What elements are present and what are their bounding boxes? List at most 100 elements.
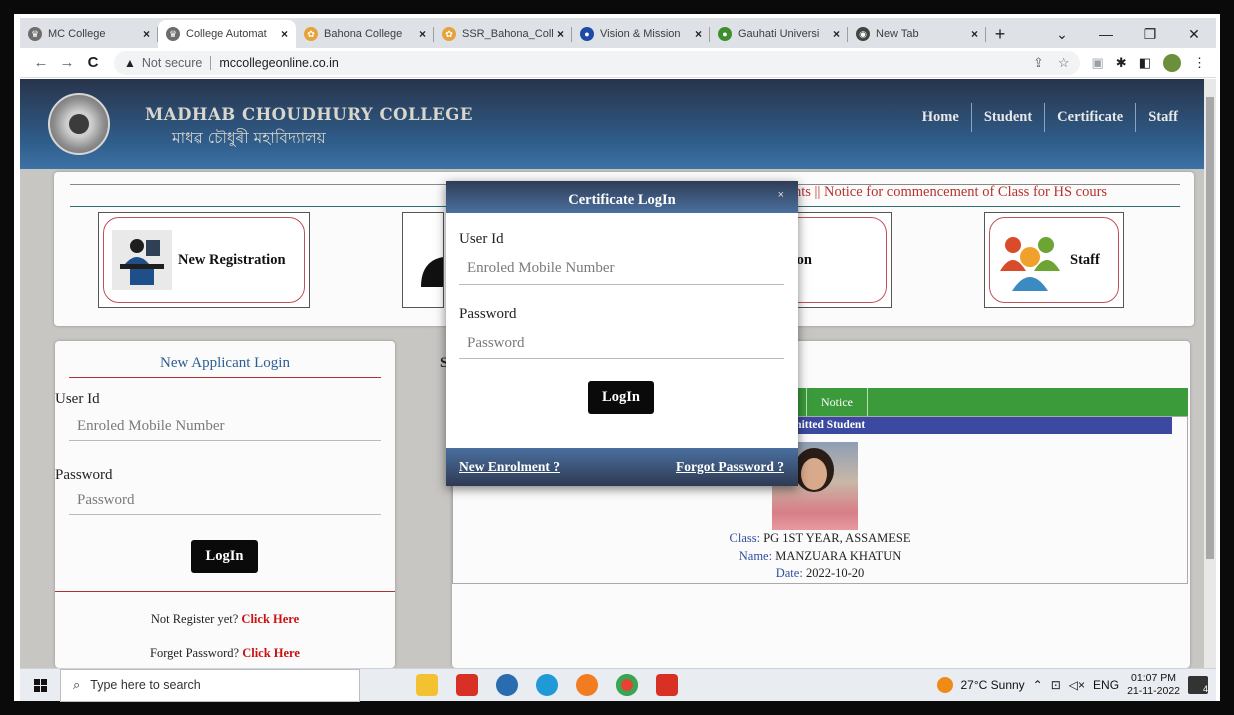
college-favicon-icon: ♛ (166, 27, 180, 41)
browser-tab[interactable]: ● Gauhati Universi × (710, 20, 848, 48)
side-panel-icon[interactable]: ◧ (1139, 55, 1151, 71)
college-favicon-icon: ✿ (304, 27, 318, 41)
omnibox[interactable]: ▲ Not secure mccollegeonline.co.in ⇪ ☆ (114, 50, 1080, 75)
acrobat-icon[interactable] (456, 674, 478, 696)
staff-tile[interactable]: Staff (984, 212, 1124, 308)
browser-tab[interactable]: ♛ MC College × (20, 20, 158, 48)
applicant-login-button[interactable]: LogIn (191, 540, 258, 573)
certificate-user-id-input[interactable] (459, 253, 784, 285)
chevron-up-icon[interactable]: ⌃ (1033, 678, 1043, 692)
new-enrolment-link[interactable]: New Enrolment ? (459, 459, 560, 475)
tab-label: New Tab (876, 28, 919, 40)
weather-sun-icon (936, 677, 953, 693)
back-icon[interactable]: ← (30, 54, 52, 71)
restore-icon[interactable]: ❐ (1128, 26, 1172, 43)
tab-label: Bahona College (324, 28, 403, 40)
scrollbar-thumb[interactable] (1206, 97, 1214, 559)
user-id-label: User Id (55, 391, 100, 407)
page-scrollbar[interactable] (1204, 79, 1216, 668)
browser-tab-strip: ♛ MC College × ♛ College Automat × ✿ Bah… (20, 18, 1216, 48)
taskbar-search-box[interactable]: ⌕ Type here to search (60, 668, 360, 702)
browser-tab[interactable]: ✿ SSR_Bahona_Coll × (434, 20, 572, 48)
new-applicant-login-panel: New Applicant Login User Id Password Log… (55, 341, 395, 668)
browser-app-icon[interactable] (576, 674, 598, 696)
menu-kebab-icon[interactable]: ⋮ (1193, 55, 1206, 71)
forgot-password-link[interactable]: Forgot Password ? (676, 459, 784, 475)
nav-home[interactable]: Home (910, 103, 971, 132)
puzzle-extensions-icon[interactable]: ✱ (1116, 55, 1127, 71)
college-favicon-icon: ✿ (442, 27, 456, 41)
system-tray: 27°C Sunny ⌃ ⊡ ◁× ENG 01:07 PM 21-11-202… (936, 672, 1217, 698)
forward-icon[interactable]: → (56, 54, 78, 71)
browser-tab[interactable]: ◉ New Tab × (848, 20, 986, 48)
certificate-login-modal: Certificate LogIn × User Id Password Log… (446, 181, 798, 486)
pinned-apps (416, 674, 678, 696)
notification-icon[interactable]: 4 (1188, 676, 1208, 694)
college-name-assamese: মাধৱ চৌধুৰী মহাবিদ্যালয় (172, 129, 326, 147)
share-icon[interactable]: ⇪ (1033, 55, 1044, 71)
bookmark-star-icon[interactable]: ☆ (1058, 55, 1070, 71)
certificate-password-input[interactable] (459, 328, 784, 359)
panel-title: New Applicant Login (160, 355, 290, 371)
warning-icon: ▲ (124, 55, 136, 70)
browser-tab[interactable]: ✿ Bahona College × (296, 20, 434, 48)
language-indicator[interactable]: ENG (1093, 678, 1119, 692)
clock[interactable]: 01:07 PM 21-11-2022 (1127, 672, 1180, 698)
nav-staff[interactable]: Staff (1135, 103, 1190, 132)
tab-label: Vision & Mission (600, 28, 681, 40)
file-explorer-icon[interactable] (416, 674, 438, 696)
tab-label: MC College (48, 28, 106, 40)
minimize-icon[interactable]: — (1084, 26, 1128, 42)
tab-close-icon[interactable]: × (695, 27, 702, 41)
student-date: Date: 2022-10-20 (775, 566, 865, 580)
tab-notice[interactable]: Notice (806, 388, 868, 416)
college-logo (48, 93, 110, 155)
edge-icon[interactable] (536, 674, 558, 696)
tab-search-icon[interactable]: ⌄ (1040, 26, 1084, 43)
app-icon[interactable] (496, 674, 518, 696)
profile-avatar[interactable] (1163, 53, 1181, 72)
volume-icon[interactable]: ◁× (1069, 678, 1085, 692)
security-label: Not secure (141, 55, 203, 70)
weather-text[interactable]: 27°C Sunny (961, 678, 1025, 692)
forgot-password-link[interactable]: Click Here (242, 646, 300, 660)
student-tile[interactable] (402, 212, 444, 308)
network-icon[interactable]: ⊡ (1051, 678, 1061, 692)
password-label: Password (55, 467, 113, 483)
modal-footer: New Enrolment ? Forgot Password ? (446, 448, 798, 486)
new-registration-tile[interactable]: New Registration (98, 212, 310, 308)
nav-student[interactable]: Student (970, 103, 1044, 132)
notice-ticker[interactable]: nts || Notice for commencement of Class … (794, 184, 1107, 201)
tab-close-icon[interactable]: × (143, 27, 150, 41)
staff-group-icon (1000, 237, 1060, 291)
url-text: mccollegeonline.co.in (219, 55, 339, 70)
extension-icon[interactable]: ▣ (1092, 55, 1104, 71)
certificate-login-button[interactable]: LogIn (588, 381, 654, 414)
tab-close-icon[interactable]: × (557, 27, 564, 41)
window-close-icon[interactable]: ✕ (1172, 26, 1216, 43)
tab-close-icon[interactable]: × (833, 27, 840, 41)
applicant-password-input[interactable] (69, 487, 381, 515)
top-navigation: Home Student Certificate Staff (910, 103, 1190, 132)
pdf-reader-icon[interactable] (656, 674, 678, 696)
browser-tab[interactable]: ● Vision & Mission × (572, 20, 710, 48)
reload-icon[interactable]: C (82, 54, 104, 71)
nav-certificate[interactable]: Certificate (1044, 103, 1135, 132)
modal-close-icon[interactable]: × (778, 189, 784, 201)
search-placeholder: Type here to search (90, 678, 201, 692)
register-prompt: Not Register yet? Click Here (150, 612, 300, 626)
user-id-label: User Id (459, 231, 504, 247)
tab-close-icon[interactable]: × (281, 27, 288, 41)
browser-tab-active[interactable]: ♛ College Automat × (158, 20, 296, 48)
tab-close-icon[interactable]: × (419, 27, 426, 41)
applicant-user-id-input[interactable] (69, 413, 381, 441)
address-bar-row: ← → C ▲ Not secure mccollegeonline.co.in… (20, 48, 1216, 78)
chrome-icon[interactable] (616, 674, 638, 696)
tab-label: College Automat (186, 28, 267, 40)
register-link[interactable]: Click Here (241, 612, 299, 626)
registration-desk-icon (112, 230, 172, 290)
tab-close-icon[interactable]: × (971, 27, 978, 41)
new-tab-button[interactable]: + (986, 20, 1014, 48)
globe-favicon-icon: ● (580, 27, 594, 41)
start-windows-icon[interactable] (20, 678, 60, 692)
